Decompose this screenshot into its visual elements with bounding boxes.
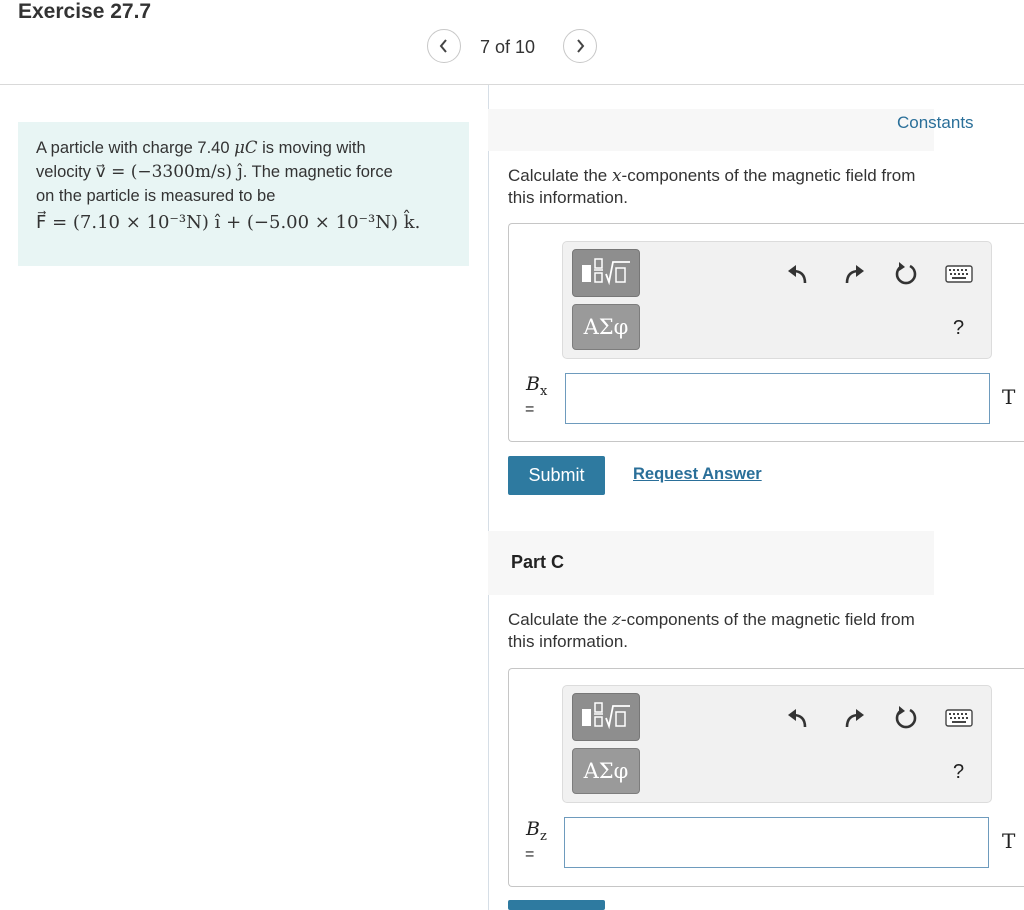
submit-button[interactable]: Submit: [508, 456, 605, 495]
part-c-equals: =: [525, 846, 535, 863]
redo-button[interactable]: [838, 259, 868, 289]
help-button[interactable]: ?: [953, 761, 964, 784]
reset-button[interactable]: [891, 259, 921, 289]
help-button[interactable]: ?: [953, 317, 964, 340]
undo-button[interactable]: [784, 703, 814, 733]
greek-symbols-button[interactable]: ΑΣφ: [572, 304, 640, 350]
redo-icon: [845, 265, 864, 284]
column-divider: [488, 85, 489, 910]
part-b-math-toolbar: ΑΣφ ?: [562, 241, 992, 359]
constants-bar: [488, 109, 934, 151]
pager-label: 7 of 10: [480, 37, 536, 57]
undo-icon: [788, 709, 807, 728]
chevron-left-icon: [439, 39, 447, 53]
templates-icon: [582, 702, 630, 730]
problem-line-3: on the particle is measured to be: [36, 187, 276, 205]
problem-force-equation: F⃗ = (7.10 × 10⁻³N) î + (−5.00 × 10⁻³N) …: [36, 212, 421, 233]
keyboard-icon: [945, 709, 973, 727]
part-b-question: Calculate the x-components of the magnet…: [508, 166, 916, 207]
undo-icon: [788, 265, 807, 284]
request-answer-link[interactable]: Request Answer: [633, 465, 762, 484]
previous-button[interactable]: [427, 29, 461, 63]
page-title: Exercise 27.7: [18, 0, 152, 23]
reset-button[interactable]: [891, 703, 921, 733]
part-b-answer-input[interactable]: [565, 373, 990, 424]
keyboard-button[interactable]: [944, 703, 974, 733]
redo-button[interactable]: [838, 703, 868, 733]
problem-statement: A particle with charge 7.40 μC is moving…: [18, 122, 469, 266]
part-b-unit: T: [1002, 385, 1016, 409]
part-b-equals: =: [525, 401, 535, 418]
next-button[interactable]: [563, 29, 597, 63]
problem-line-1: A particle with charge 7.40 μC is moving…: [36, 138, 366, 157]
part-c-question: Calculate the z-components of the magnet…: [508, 610, 915, 651]
templates-button[interactable]: [572, 249, 640, 297]
chevron-right-icon: [577, 39, 585, 53]
part-c-math-toolbar: ΑΣφ ?: [562, 685, 992, 803]
reset-icon: [895, 262, 917, 285]
keyboard-icon: [945, 265, 973, 283]
part-c-answer-input[interactable]: [564, 817, 989, 868]
submit-button-partial[interactable]: [508, 900, 605, 910]
header-divider: [0, 84, 1024, 85]
constants-link[interactable]: Constants: [897, 113, 974, 133]
reset-icon: [895, 706, 917, 729]
part-c-heading[interactable]: Part C: [511, 552, 564, 573]
templates-button[interactable]: [572, 693, 640, 741]
part-c-unit: T: [1002, 829, 1016, 853]
greek-symbols-button[interactable]: ΑΣφ: [572, 748, 640, 794]
problem-line-2: velocity v⃗ = (−3300m/s) ĵ. The magnetic…: [36, 162, 393, 182]
keyboard-button[interactable]: [944, 259, 974, 289]
undo-button[interactable]: [784, 259, 814, 289]
redo-icon: [845, 709, 864, 728]
templates-icon: [582, 258, 630, 286]
part-c-variable-label: Bz: [526, 818, 547, 844]
part-b-variable-label: Bx: [526, 373, 548, 399]
